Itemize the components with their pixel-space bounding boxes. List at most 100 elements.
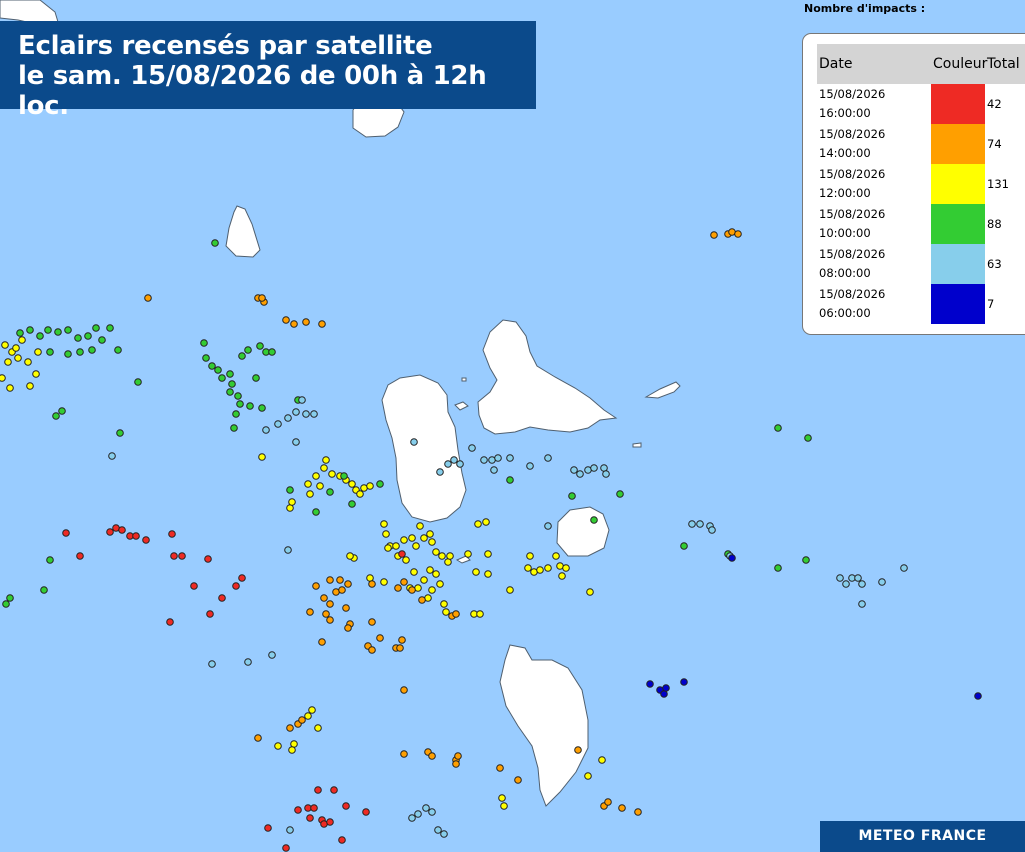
lightning-strike [362,808,370,816]
lightning-strike [326,818,334,826]
lightning-strike [446,552,454,560]
lightning-strike [170,552,178,560]
legend-row: 15/08/2026 08:00:00 63 [817,244,1025,284]
lightning-strike [190,582,198,590]
lightning-strike [618,804,626,812]
lightning-strike [646,680,654,688]
lightning-strike [440,830,448,838]
lightning-strike [526,552,534,560]
lightning-strike [468,444,476,452]
lightning-strike [6,594,14,602]
lightning-strike [76,348,84,356]
lightning-strike [452,610,460,618]
lightning-strike [500,802,508,810]
lightning-strike [472,568,480,576]
lightning-strike [858,600,866,608]
lightning-strike [576,470,584,478]
lightning-strike [634,808,642,816]
lightning-strike [18,336,26,344]
lightning-strike [570,466,578,474]
lightning-strike [268,348,276,356]
lightning-strike [52,412,60,420]
legend-col-total: Total [987,56,1020,72]
lightning-strike [214,366,222,374]
lightning-strike [804,434,812,442]
lightning-strike [92,324,100,332]
lightning-strike [26,326,34,334]
lightning-strike [444,460,452,468]
lightning-strike [98,336,106,344]
title-line-2: le sam. 15/08/2026 de 00h à 12h loc. [18,61,487,121]
lightning-strike [464,550,472,558]
map-title-banner: Eclairs recensés par satellite le sam. 1… [0,21,536,121]
lightning-strike [436,468,444,476]
lightning-strike [106,324,114,332]
lightning-strike [400,536,408,544]
lightning-strike [314,724,322,732]
lightning-strike [536,566,544,574]
lightning-strike [226,370,234,378]
lightning-strike [376,634,384,642]
lightning-strike [616,490,624,498]
lightning-strike [202,354,210,362]
lightning-strike [108,452,116,460]
lightning-strike [58,407,66,415]
legend-row-total: 7 [987,297,995,311]
lightning-strike [46,348,54,356]
lightning-strike [342,802,350,810]
legend-row-total: 63 [987,257,1002,271]
lightning-strike [428,752,436,760]
lightning-strike [544,454,552,462]
lightning-strike [432,548,440,556]
lightning-strike [728,554,736,562]
lightning-strike [708,526,716,534]
legend-row-time: 12:00:00 [819,186,871,200]
lightning-strike [288,498,296,506]
lightning-strike [238,352,246,360]
lightning-strike [440,600,448,608]
lightning-strike [302,318,310,326]
lightning-strike [456,460,464,468]
lightning-strike [544,522,552,530]
lightning-strike [410,568,418,576]
lightning-strike [116,429,124,437]
lightning-strike [438,552,446,560]
lightning-strike [236,400,244,408]
lightning-strike [286,826,294,834]
lightning-strike [316,482,324,490]
lightning-strike [230,424,238,432]
lightning-strike [490,466,498,474]
lightning-strike [974,692,982,700]
lightning-strike [568,492,576,500]
lightning-strike [298,716,306,724]
lightning-strike [416,522,424,530]
lightning-strike [442,608,450,616]
lightning-strike [274,420,282,428]
lightning-strike [306,814,314,822]
lightning-strike [118,526,126,534]
lightning-strike [402,556,410,564]
lightning-strike [218,594,226,602]
lightning-strike [282,844,290,852]
lightning-strike [428,808,436,816]
lightning-strike [428,538,436,546]
lightning-strike [312,582,320,590]
lightning-strike [380,578,388,586]
lightning-strike [320,594,328,602]
lightning-strike [4,358,12,366]
lightning-strike [858,580,866,588]
legend-caption: Nombre d'impacts : [804,2,926,15]
legend-row-total: 74 [987,137,1002,151]
lightning-strike [106,528,114,536]
legend-row-time: 08:00:00 [819,266,871,280]
lightning-strike [1,341,9,349]
lightning-strike [292,438,300,446]
lightning-strike [474,520,482,528]
lightning-strike [132,532,140,540]
lightning-strike [710,231,718,239]
legend-header: Date Couleur Total [817,44,1025,84]
lightning-strike [218,374,226,382]
lightning-strike [376,480,384,488]
legend-row-date: 15/08/2026 [819,167,886,181]
lightning-strike [356,490,364,498]
